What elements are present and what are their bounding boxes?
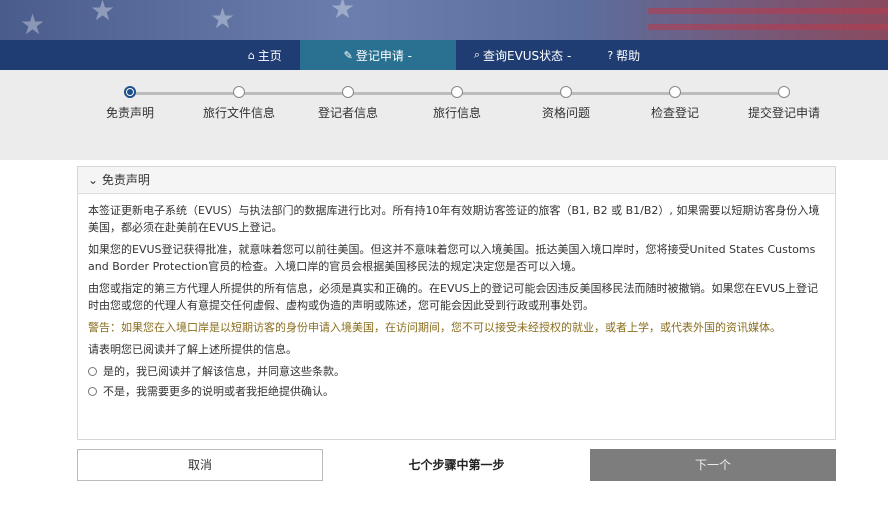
nav-home[interactable]: ⌂ 主页	[230, 40, 300, 70]
star-icon: ★	[210, 2, 236, 35]
nav-check-status[interactable]: ⌕ 查询EVUS状态 -	[456, 40, 590, 70]
step-dot-1	[124, 86, 136, 98]
nav-help[interactable]: ? 帮助	[589, 40, 658, 70]
step-indicator: 七个步骤中第一步	[408, 458, 505, 472]
nav-home-label: 主页	[257, 48, 282, 63]
option-no-label: 不是，我需要更多的说明或者我拒绝提供确认。	[103, 385, 334, 398]
pencil-icon: ✎	[343, 48, 353, 62]
progress-steps: 免责声明 旅行文件信息 登记者信息 旅行信息 资格问题 检查登记 提交登记申请	[0, 70, 888, 160]
radio-no[interactable]	[88, 387, 97, 396]
warning-text: 警告：如果您在入境口岸是以短期访客的身份申请入境美国，在访问期间，您不可以接受未…	[88, 321, 781, 334]
option-yes[interactable]: 是的，我已阅读并了解该信息，并同意这些条款。	[88, 363, 825, 380]
step-label-travel-docs: 旅行文件信息	[202, 106, 276, 120]
panel-header[interactable]: ⌄ 免责声明	[78, 167, 835, 194]
next-button[interactable]: 下一个	[590, 449, 836, 481]
chevron-down-icon: ⌄	[88, 173, 99, 187]
nav-apply-label: 登记申请 -	[355, 48, 412, 63]
flag-stripe	[648, 24, 888, 30]
disclaimer-panel: ⌄ 免责声明 本签证更新电子系统（EVUS）与执法部门的数据库进行比对。所有持1…	[77, 166, 836, 440]
step-dot-3	[342, 86, 354, 98]
option-no[interactable]: 不是，我需要更多的说明或者我拒绝提供确认。	[88, 383, 825, 400]
nav-help-label: 帮助	[616, 48, 641, 63]
star-icon: ★	[330, 0, 356, 25]
panel-body: 本签证更新电子系统（EVUS）与执法部门的数据库进行比对。所有持10年有效期访客…	[78, 194, 835, 400]
cancel-button[interactable]: 取消	[77, 449, 323, 481]
step-label-disclaimer: 免责声明	[105, 106, 155, 120]
step-dot-5	[560, 86, 572, 98]
flag-stripe	[648, 8, 888, 14]
home-icon: ⌂	[247, 48, 255, 62]
disclaimer-paragraph: 本签证更新电子系统（EVUS）与执法部门的数据库进行比对。所有持10年有效期访客…	[88, 204, 820, 234]
nav-apply[interactable]: ✎ 登记申请 -	[299, 40, 456, 70]
main-nav: ⌂ 主页 ✎ 登记申请 - ⌕ 查询EVUS状态 - ? 帮助	[0, 40, 888, 70]
star-icon: ★	[20, 8, 46, 40]
step-label-submit: 提交登记申请	[747, 106, 821, 120]
step-dot-7	[778, 86, 790, 98]
search-icon: ⌕	[473, 48, 480, 61]
disclaimer-paragraph: 如果您的EVUS登记获得批准，就意味着您可以前往美国。但这并不意味着您可以入境美…	[88, 243, 816, 273]
confirm-prompt: 请表明您已阅读并了解上述所提供的信息。	[88, 343, 297, 356]
radio-yes[interactable]	[88, 367, 97, 376]
step-dot-4	[451, 86, 463, 98]
step-label-applicant-info: 登记者信息	[317, 106, 379, 120]
panel-title: 免责声明	[101, 173, 150, 187]
step-label-review: 检查登记	[650, 106, 700, 120]
star-icon: ★	[90, 0, 116, 27]
header-banner: ★ ★ ★ ★	[0, 0, 888, 40]
option-yes-label: 是的，我已阅读并了解该信息，并同意这些条款。	[103, 365, 345, 378]
disclaimer-paragraph: 由您或指定的第三方代理人所提供的所有信息，必须是真实和正确的。在EVUS上的登记…	[88, 282, 819, 312]
nav-check-status-label: 查询EVUS状态 -	[482, 48, 572, 63]
step-label-eligibility: 资格问题	[541, 106, 591, 120]
help-icon: ?	[607, 48, 614, 62]
step-dot-2	[233, 86, 245, 98]
step-dot-6	[669, 86, 681, 98]
step-label-travel-info: 旅行信息	[432, 106, 482, 120]
